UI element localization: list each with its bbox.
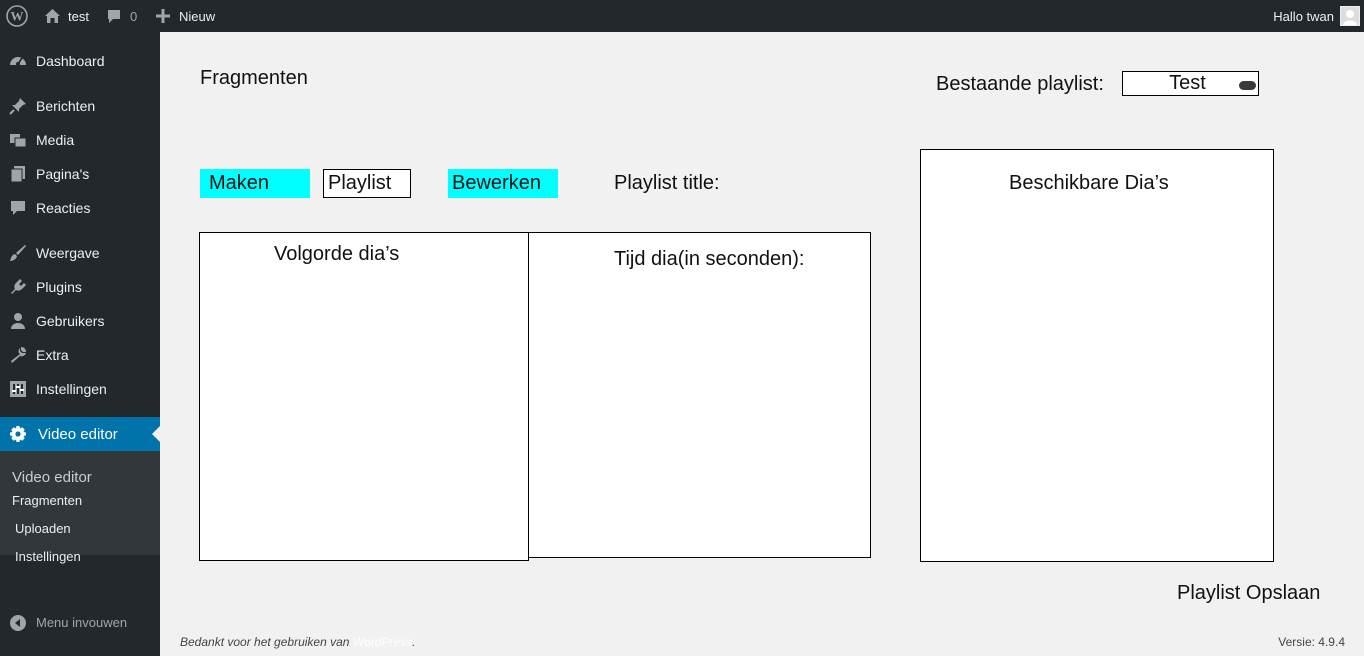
sidebar-item-label: Reacties xyxy=(36,200,91,216)
comments-link[interactable]: 0 xyxy=(106,0,137,32)
footer-version: Versie: 4.9.4 xyxy=(1278,635,1345,649)
dropdown-handle-icon xyxy=(1239,81,1256,90)
sidebar-item-label: Pagina's xyxy=(36,166,90,182)
comment-icon xyxy=(108,10,120,23)
pin-icon xyxy=(9,98,26,115)
collapse-icon xyxy=(10,615,26,631)
footer-suffix: . xyxy=(412,635,416,649)
sidebar-item-label: Berichten xyxy=(36,98,96,114)
sidebar-item-instellingen[interactable]: Instellingen xyxy=(0,372,160,406)
greeting: Hallo twan xyxy=(1273,8,1334,24)
sidebar-item-label: Weergave xyxy=(36,245,100,261)
pages-icon xyxy=(10,166,25,183)
admin-bar: W test 0 Nieuw Hallo twan xyxy=(0,0,1364,32)
sidebar-item-label: Plugins xyxy=(36,279,82,295)
new-label: Nieuw xyxy=(179,8,216,24)
footer-thanks: Bedankt voor het gebruiken van WordPress… xyxy=(180,635,415,649)
comment-icon xyxy=(11,201,25,215)
beschikbare-label: Beschikbare Dia’s xyxy=(1009,172,1169,194)
submenu: Video editor Fragmenten Uploaden Instell… xyxy=(0,451,160,564)
tijd-label: Tijd dia(in seconden): xyxy=(614,248,805,270)
sidebar-item-weergave[interactable]: Weergave xyxy=(0,236,160,270)
playlist-title-label: Playlist title: xyxy=(614,172,720,194)
page-title: Fragmenten xyxy=(200,67,308,89)
collapse-menu[interactable]: Menu invouwen xyxy=(0,606,160,656)
sidebar-item-berichten[interactable]: Berichten xyxy=(0,89,160,123)
my-account-link[interactable]: Hallo twan xyxy=(1273,0,1360,32)
bewerken-button[interactable]: Bewerken xyxy=(448,169,558,198)
sidebar-item-label: Extra xyxy=(36,347,69,363)
submenu-item-instellingen[interactable]: Instellingen xyxy=(15,549,81,564)
sidebar-item-label: Dashboard xyxy=(36,53,105,69)
sidebar-item-label: Media xyxy=(36,132,75,148)
wrench-icon xyxy=(11,347,26,363)
sidebar-item-video-editor[interactable]: Video editor xyxy=(0,417,160,451)
wordpress-link[interactable]: WordPress xyxy=(353,635,412,649)
sidebar-item-media[interactable]: Media xyxy=(0,123,160,157)
sidebar-item-dashboard[interactable]: Dashboard xyxy=(0,44,160,78)
existing-playlist-select[interactable]: Test xyxy=(1122,71,1259,96)
sidebar-item-plugins[interactable]: Plugins xyxy=(0,270,160,304)
sidebar-item-label: Instellingen xyxy=(36,381,107,397)
submenu-title: Video editor xyxy=(12,469,92,486)
sidebar-item-reacties[interactable]: Reacties xyxy=(0,191,160,225)
media-icon xyxy=(10,134,27,148)
footer-thanks-text: Bedankt voor het gebruiken van xyxy=(180,635,353,649)
collapse-label: Menu invouwen xyxy=(36,615,128,630)
new-content-link[interactable]: Nieuw xyxy=(155,0,215,32)
comments-count: 0 xyxy=(130,8,138,24)
home-icon xyxy=(45,9,60,23)
volgorde-label: Volgorde dia’s xyxy=(274,243,400,265)
maken-label: Maken xyxy=(209,172,270,194)
gear-icon xyxy=(10,426,26,442)
sidebar-item-extra[interactable]: Extra xyxy=(0,338,160,372)
tijd-panel[interactable]: Tijd dia(in seconden): xyxy=(528,232,871,558)
playlist-save-button[interactable]: Playlist Opslaan xyxy=(1177,582,1320,605)
bewerken-label: Bewerken xyxy=(452,172,541,194)
submenu-item-fragmenten[interactable]: Fragmenten xyxy=(12,493,82,508)
site-name: test xyxy=(68,8,89,24)
svg-text:W: W xyxy=(11,9,24,24)
dashboard-icon xyxy=(10,57,26,66)
site-name-link[interactable]: test xyxy=(44,0,89,32)
settings-icon xyxy=(10,381,26,397)
brush-icon xyxy=(10,245,26,261)
submenu-item-uploaden[interactable]: Uploaden xyxy=(15,521,71,536)
existing-playlist-label: Bestaande playlist: xyxy=(936,73,1104,95)
sidebar-item-gebruikers[interactable]: Gebruikers xyxy=(0,304,160,338)
user-icon xyxy=(11,313,25,329)
plus-icon xyxy=(156,9,170,23)
sidebar-item-paginas[interactable]: Pagina's xyxy=(0,157,160,191)
playlist-button[interactable]: Playlist xyxy=(323,169,411,198)
volgorde-panel[interactable]: Volgorde dia’s xyxy=(199,232,529,561)
sidebar-item-label: Gebruikers xyxy=(36,313,105,329)
plugin-icon xyxy=(11,279,26,294)
avatar xyxy=(1340,6,1360,26)
wordpress-logo-icon[interactable]: W xyxy=(6,0,28,32)
playlist-label: Playlist xyxy=(328,172,392,194)
beschikbare-panel[interactable]: Beschikbare Dia’s xyxy=(920,149,1274,562)
existing-playlist-value: Test xyxy=(1169,72,1206,94)
sidebar-item-label: Video editor xyxy=(38,425,118,443)
maken-button[interactable]: Maken xyxy=(200,169,310,198)
